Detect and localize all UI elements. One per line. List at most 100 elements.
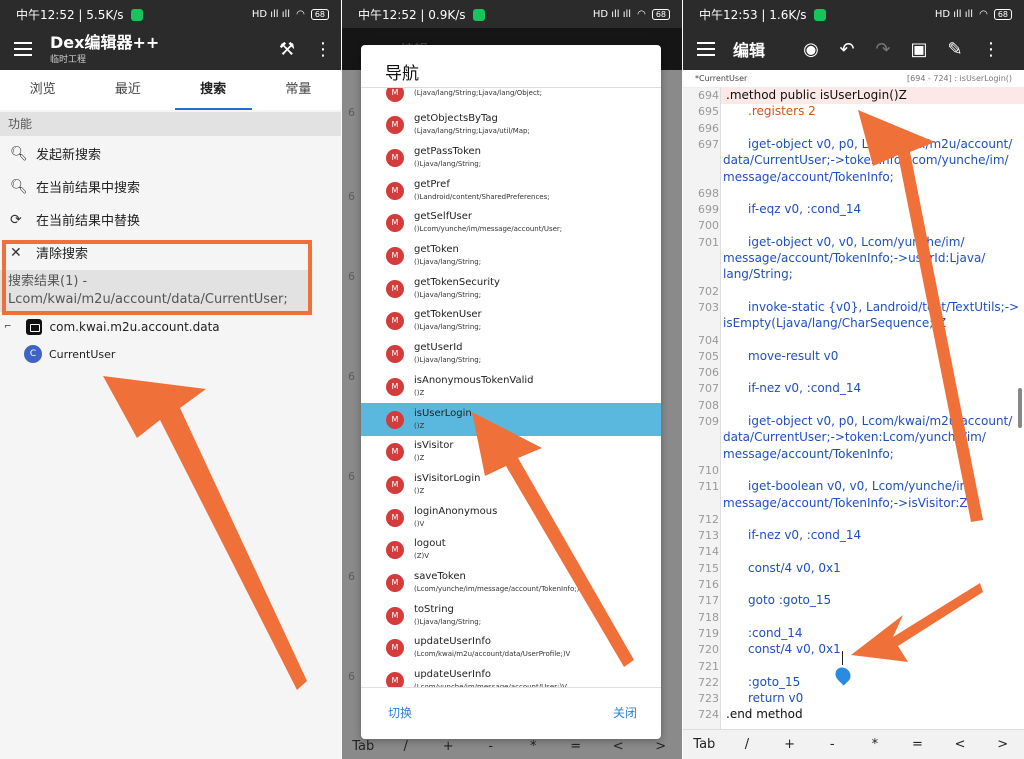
wifi-icon: ◠ (979, 8, 988, 20)
key-less[interactable]: < (939, 737, 982, 752)
undo-icon[interactable]: ↶ (829, 39, 865, 60)
key-plus[interactable]: + (768, 737, 811, 752)
method-name: isUserLogin (414, 407, 472, 419)
switch-button[interactable]: 切换 (388, 704, 412, 721)
more-vert-icon[interactable]: ⋮ (305, 39, 341, 60)
method-name: getTokenSecurity (414, 276, 500, 288)
tree-class-item[interactable]: C CurrentUser (24, 343, 115, 365)
method-signature: ()Ljava/lang/String; (414, 323, 482, 332)
method-icon: M (386, 672, 404, 687)
line-number: 695 (698, 105, 719, 119)
tab-recent[interactable]: 最近 (85, 70, 170, 110)
scrollbar[interactable] (1018, 388, 1022, 428)
line-number: 715 (698, 561, 719, 575)
line-number: 706 (698, 366, 719, 380)
method-signature: ()Ljava/lang/String; (414, 617, 482, 626)
line-number: 696 (698, 121, 719, 135)
search-in-results-button[interactable]: 🔍︎ 在当前结果中搜索 (0, 170, 341, 203)
method-list-item[interactable]: Mlogout (Z)V (361, 534, 661, 567)
method-list-item[interactable]: MupdateUserInfo(Lcom/yunche/im/message/a… (361, 665, 661, 687)
tab-search[interactable]: 搜索 (171, 70, 256, 110)
method-list[interactable]: M (Ljava/lang/String;Ljava/lang/Object; Mg… (361, 87, 661, 687)
method-list-item[interactable]: MtoString ()Ljava/lang/String; (361, 599, 661, 632)
replace-icon: ⟳ (10, 211, 22, 228)
edit-icon[interactable]: ✎ (937, 39, 973, 60)
method-icon: M (386, 88, 404, 102)
more-vert-icon[interactable]: ⋮ (973, 39, 1009, 60)
menu-icon[interactable] (14, 42, 32, 56)
method-icon: M (386, 443, 404, 462)
tab-constants[interactable]: 常量 (256, 70, 341, 110)
method-name: isAnonymousTokenValid (414, 374, 534, 386)
chat-icon (131, 9, 144, 21)
folder-icon (25, 319, 42, 335)
text-cursor (842, 651, 843, 665)
method-icon: M (386, 508, 404, 527)
method-list-item[interactable]: MgetTokenSecurity ()Ljava/lang/String; (361, 272, 661, 305)
method-list-item[interactable]: MgetPref ()Landroid/content/SharedPrefere… (361, 174, 661, 207)
code-line: const/4 v0, 0x1 (748, 642, 841, 657)
line-number: 716 (698, 578, 719, 591)
search-icon: 🔍︎ (10, 178, 28, 195)
line-number: 723 (698, 692, 719, 706)
code-line: :goto_15 (748, 674, 801, 689)
method-list-item[interactable]: MsaveToken (Lcom/yunche/im/message/accoun… (361, 567, 661, 600)
method-list-item[interactable]: MgetSelfUser ()Lcom/yunche/im/message/acc… (361, 207, 661, 240)
close-button[interactable]: 关闭 (613, 704, 637, 721)
key-minus[interactable]: - (811, 737, 854, 752)
status-bar: 中午12:53 | 1.6K/s HD ıll ıll ◠ 68 (683, 0, 1024, 28)
method-signature: ()Landroid/content/SharedPreferences; (414, 192, 550, 201)
method-list-item[interactable]: MupdateUserInfo (Lcom/kwai/m2u/account/da… (361, 632, 661, 665)
search-icon: 🔍︎ (10, 145, 28, 162)
key-tab[interactable]: Tab (683, 737, 726, 752)
save-icon[interactable]: ▣ (901, 39, 937, 60)
tab-browse[interactable]: 浏览 (0, 70, 85, 110)
line-number: 711 (698, 480, 719, 494)
line-number: 704 (698, 333, 719, 347)
method-list-item[interactable]: M (Ljava/lang/String;Ljava/lang/Object; (361, 88, 661, 109)
method-signature: (Z)V (414, 552, 430, 561)
code-line: iget-object v0, v0, Lcom/yunche/im/ (748, 234, 965, 249)
method-icon: M (386, 345, 404, 364)
method-list-item[interactable]: MisUserLogin ()Z (361, 403, 661, 436)
redo-icon[interactable]: ↷ (865, 39, 901, 60)
method-signature: ()Z (414, 486, 425, 495)
method-icon: M (386, 574, 404, 592)
line-number: 702 (698, 284, 719, 298)
line-number: 712 (698, 512, 719, 526)
method-list-item[interactable]: MgetTokenUser ()Ljava/lang/String; (361, 305, 661, 338)
file-name: *CurrentUser (695, 74, 748, 83)
menu-icon[interactable] (697, 42, 715, 56)
editor-toolbar: 编辑 ◉ ↶ ↷ ▣ ✎ ⋮ (683, 28, 1024, 70)
method-signature: ()Ljava/lang/String; (414, 290, 482, 299)
method-signature: ()Lcom/yunche/im/message/account/User; (414, 225, 563, 234)
tree-package-item[interactable]: ⌐ com.kwai.m2u.account.data (4, 316, 220, 338)
key-equals[interactable]: = (896, 737, 939, 752)
method-list-item[interactable]: MloginAnonymous ()V (361, 501, 661, 534)
wifi-icon: ◠ (296, 8, 305, 20)
new-search-button[interactable]: 🔍︎ 发起新搜索 (0, 137, 341, 170)
app-title: Dex编辑器++ (50, 32, 160, 52)
method-list-item[interactable]: MisVisitor ()Z (361, 436, 661, 469)
method-list-item[interactable]: MgetToken ()Ljava/lang/String; (361, 240, 661, 273)
method-name: saveToken (414, 571, 466, 582)
line-number: 720 (698, 643, 719, 657)
key-star[interactable]: * (854, 737, 897, 752)
method-list-item[interactable]: MgetUserId ()Ljava/lang/String; (361, 338, 661, 371)
code-line: goto :goto_15 (748, 593, 832, 608)
key-greater[interactable]: > (981, 737, 1024, 752)
method-list-item[interactable]: MgetObjectsByTag (Ljava/lang/String;Ljava… (361, 109, 661, 142)
code-line: :cond_14 (748, 625, 803, 640)
hammer-icon[interactable]: ⚒ (269, 39, 305, 60)
method-name: toString (414, 603, 454, 615)
replace-in-results-button[interactable]: ⟳ 在当前结果中替换 (0, 203, 341, 236)
method-list-item[interactable]: MgetPassToken ()Ljava/lang/String; (361, 141, 661, 174)
code-line: iget-object v0, p0, Lcom/kwai/m2u/accoun… (748, 136, 1013, 151)
cursor-handle[interactable] (832, 664, 854, 686)
status-bar: 中午12:52 | 0.9K/s HD ıll ıll ◠ 68 (342, 0, 682, 28)
compass-icon[interactable]: ◉ (793, 39, 829, 60)
method-icon: M (386, 116, 404, 135)
method-list-item[interactable]: MisVisitorLogin ()Z (361, 468, 661, 501)
method-list-item[interactable]: MisAnonymousTokenValid ()Z (361, 370, 661, 403)
key-slash[interactable]: / (726, 737, 769, 752)
